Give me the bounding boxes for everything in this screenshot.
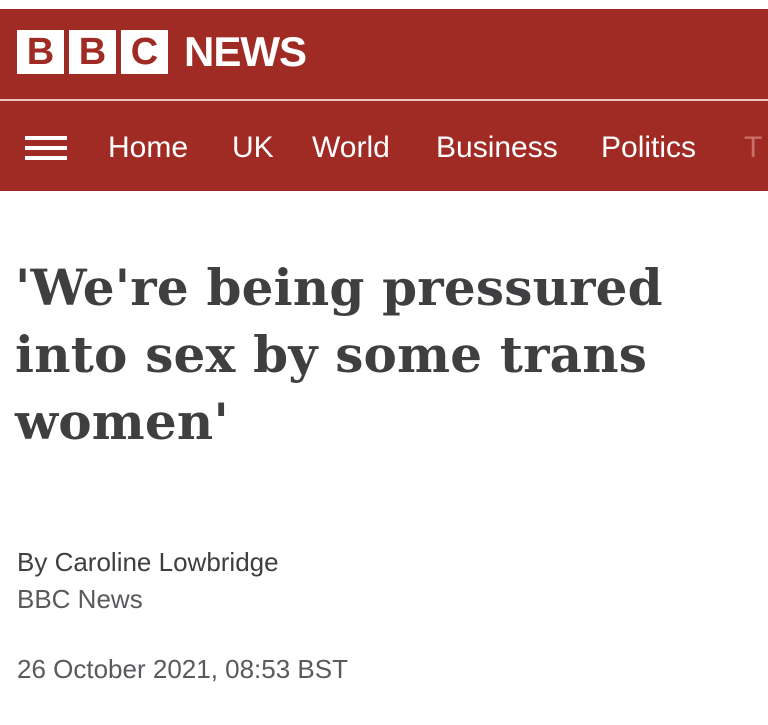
headline-line-1: 'We're being pressured <box>15 258 663 317</box>
nav-item-truncated[interactable]: T <box>744 128 762 168</box>
navigation-bar: Home UK World Business Politics T <box>0 101 768 191</box>
bbc-logo-letter-b2: B <box>69 30 116 74</box>
top-margin <box>0 0 768 9</box>
article-source: BBC News <box>17 584 143 614</box>
nav-item-business[interactable]: Business <box>436 128 558 168</box>
headline-line-3: women' <box>15 392 229 451</box>
nav-item-home[interactable]: Home <box>108 128 188 168</box>
author-byline: By Caroline Lowbridge <box>17 547 279 577</box>
bbc-logo[interactable]: B B C <box>17 30 168 74</box>
nav-item-politics[interactable]: Politics <box>601 128 696 168</box>
publish-timestamp: 26 October 2021, 08:53 BST <box>17 654 348 684</box>
masthead: B B C NEWS <box>0 9 768 99</box>
bbc-logo-letter-c: C <box>121 30 168 74</box>
news-section-title[interactable]: NEWS <box>184 27 307 77</box>
nav-item-world[interactable]: World <box>312 128 390 168</box>
article-headline: 'We're being pressured into sex by some … <box>15 254 755 455</box>
headline-line-2: into sex by some trans <box>15 325 648 384</box>
bbc-logo-letter-b1: B <box>17 30 64 74</box>
nav-item-uk[interactable]: UK <box>232 128 274 168</box>
hamburger-menu-icon[interactable] <box>25 136 67 161</box>
